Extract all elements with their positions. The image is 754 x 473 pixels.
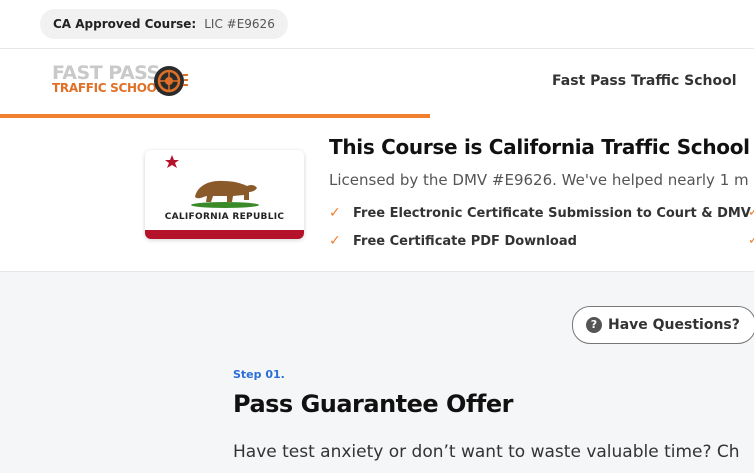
flag-stripe	[145, 230, 304, 239]
course-banner: CALIFORNIA REPUBLIC This Course is Calif…	[0, 118, 754, 272]
nav-link-fast-pass[interactable]: Fast Pass Traffic School	[552, 73, 737, 89]
banner-title: This Course is California Traffic School…	[329, 135, 754, 159]
fast-pass-logo[interactable]: FAST PASS TRAFFIC SCHOOL	[52, 64, 204, 100]
logo-line-2: TRAFFIC SCHOOL	[52, 81, 164, 95]
license-number: LIC #E9626	[204, 17, 275, 31]
approved-course-label: CA Approved Course:	[53, 17, 197, 31]
site-header: FAST PASS TRAFFIC SCHOOL Fast Pass Traff…	[0, 50, 754, 116]
feature-item: ✓ Free Certificate PDF Download	[329, 233, 577, 249]
have-questions-label: Have Questions?	[608, 317, 740, 333]
feature-label: Free Electronic Certificate Submission t…	[353, 205, 751, 221]
have-questions-button[interactable]: ? Have Questions?	[572, 306, 754, 344]
feature-item: ✓ Free Electronic Certificate Submission…	[329, 205, 751, 221]
check-icon: ✓	[329, 205, 341, 221]
bear-icon	[165, 155, 259, 208]
offer-text: Have test anxiety or don’t want to waste…	[233, 442, 740, 462]
question-icon: ?	[586, 317, 602, 333]
main-content: ? Have Questions? Step 01. Pass Guarante…	[0, 272, 754, 473]
flag-text: CALIFORNIA REPUBLIC	[164, 212, 285, 222]
banner-subtitle: Licensed by the DMV #E9626. We've helped…	[329, 171, 749, 189]
wheel-icon	[154, 66, 188, 96]
top-bar: CA Approved Course: LIC #E9626	[0, 0, 754, 49]
offer-title: Pass Guarantee Offer	[233, 390, 513, 418]
california-flag: CALIFORNIA REPUBLIC	[145, 150, 304, 239]
feature-label: Free Certificate PDF Download	[353, 233, 577, 249]
check-icon: ✓	[748, 233, 754, 248]
check-icon: ✓	[748, 205, 754, 220]
check-icon: ✓	[329, 233, 341, 249]
approved-course-badge: CA Approved Course: LIC #E9626	[40, 9, 288, 39]
step-label: Step 01.	[233, 368, 285, 381]
